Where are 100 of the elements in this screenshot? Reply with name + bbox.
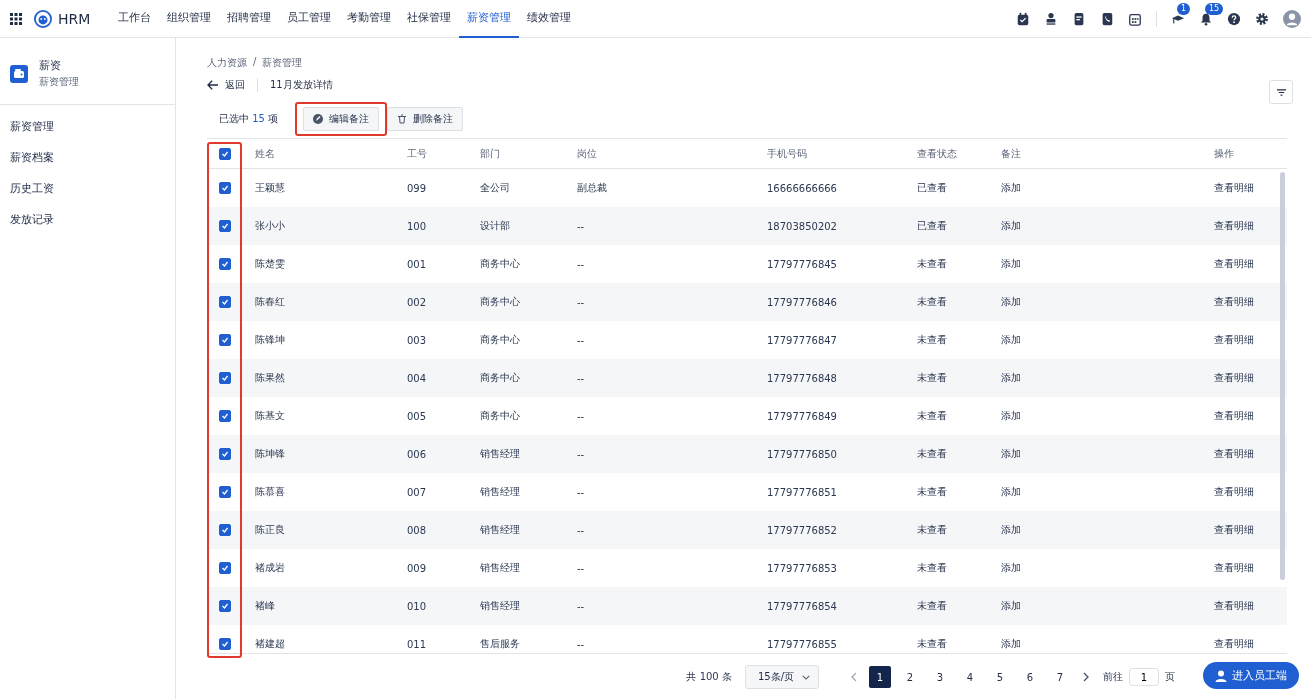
logo-icon xyxy=(34,9,52,28)
view-detail-link[interactable]: 查看明细 xyxy=(1214,638,1254,649)
table-cell: 17797776845 xyxy=(767,258,837,270)
row-checkbox[interactable] xyxy=(218,220,231,232)
bell-icon[interactable] xyxy=(1199,11,1213,26)
table-cell: 全公司 xyxy=(480,182,510,193)
page-button[interactable]: 1 xyxy=(869,666,891,688)
view-detail-link[interactable]: 查看明细 xyxy=(1214,562,1254,573)
add-remark-link[interactable]: 添加 xyxy=(1001,296,1021,307)
goto-page-field[interactable]: 1 xyxy=(1129,668,1159,686)
action-button[interactable]: 编辑备注 xyxy=(303,107,379,131)
help-icon[interactable] xyxy=(1227,11,1241,26)
filter-icon[interactable] xyxy=(1275,87,1287,97)
add-remark-link[interactable]: 添加 xyxy=(1001,524,1021,535)
page-size-select[interactable]: 15条/页 xyxy=(744,665,819,689)
module-subtitle: 薪资管理 xyxy=(39,75,79,89)
phone-book-icon[interactable] xyxy=(1100,11,1114,26)
filter-button[interactable] xyxy=(1269,80,1293,104)
view-detail-link[interactable]: 查看明细 xyxy=(1214,220,1254,231)
settings-icon[interactable] xyxy=(1255,11,1269,26)
nav-tab[interactable]: 招聘管理 xyxy=(219,0,280,38)
view-detail-link[interactable]: 查看明细 xyxy=(1214,334,1254,345)
sidebar-item[interactable]: 薪资管理 xyxy=(0,111,175,142)
add-remark-link[interactable]: 添加 xyxy=(1001,600,1021,611)
page-button[interactable]: 5 xyxy=(989,666,1011,688)
employee-portal-button[interactable]: 进入员工端 xyxy=(1203,662,1299,689)
column-header: 备注 xyxy=(1001,146,1022,161)
document-icon[interactable] xyxy=(1072,11,1086,26)
nav-tab[interactable]: 绩效管理 xyxy=(519,0,580,38)
scrollbar[interactable] xyxy=(1280,172,1285,580)
row-checkbox[interactable] xyxy=(218,258,231,270)
row-checkbox[interactable] xyxy=(218,372,231,384)
page-button[interactable]: 7 xyxy=(1049,666,1071,688)
add-remark-link[interactable]: 添加 xyxy=(1001,638,1021,649)
nav-tab[interactable]: 员工管理 xyxy=(279,0,340,38)
row-checkbox[interactable] xyxy=(218,334,231,346)
view-detail-link[interactable]: 查看明细 xyxy=(1214,410,1254,421)
row-checkbox[interactable] xyxy=(218,486,231,498)
table-cell: 副总裁 xyxy=(577,182,607,193)
view-detail-link[interactable]: 查看明细 xyxy=(1214,486,1254,497)
breadcrumb-separator: / xyxy=(253,56,257,69)
add-remark-link[interactable]: 添加 xyxy=(1001,220,1021,231)
view-detail-link[interactable]: 查看明细 xyxy=(1214,372,1254,383)
row-checkbox[interactable] xyxy=(218,448,231,460)
app-grid-icon[interactable] xyxy=(10,12,22,25)
add-remark-link[interactable]: 添加 xyxy=(1001,448,1021,459)
sidebar-item[interactable]: 历史工资 xyxy=(0,173,175,204)
nav-tab[interactable]: 工作台 xyxy=(110,0,160,38)
nav-tab[interactable]: 组织管理 xyxy=(159,0,220,38)
table-cell: 销售经理 xyxy=(480,448,520,459)
table-cell: -- xyxy=(577,638,585,650)
stamp-icon[interactable] xyxy=(1044,11,1058,26)
calendar-check-icon[interactable] xyxy=(1016,11,1030,26)
sidebar-item[interactable]: 薪资档案 xyxy=(0,142,175,173)
add-remark-link[interactable]: 添加 xyxy=(1001,372,1021,383)
check-icon xyxy=(219,525,230,535)
back-arrow-icon[interactable] xyxy=(207,80,219,90)
view-detail-link[interactable]: 查看明细 xyxy=(1214,524,1254,535)
view-detail-link[interactable]: 查看明细 xyxy=(1214,296,1254,307)
nav-tab[interactable]: 薪资管理 xyxy=(459,0,520,38)
table-cell: 陈正良 xyxy=(255,524,285,535)
view-detail-link[interactable]: 查看明细 xyxy=(1214,600,1254,611)
row-checkbox[interactable] xyxy=(218,410,231,422)
row-checkbox[interactable] xyxy=(218,638,231,650)
select-all-checkbox[interactable] xyxy=(218,147,231,160)
add-remark-link[interactable]: 添加 xyxy=(1001,258,1021,269)
calendar-icon[interactable] xyxy=(1128,11,1142,26)
view-detail-link[interactable]: 查看明细 xyxy=(1214,182,1254,193)
table-cell: 18703850202 xyxy=(767,220,837,232)
back-link[interactable]: 返回 xyxy=(207,78,245,92)
add-remark-link[interactable]: 添加 xyxy=(1001,182,1021,193)
table-cell: 未查看 xyxy=(917,600,947,611)
page-button[interactable]: 6 xyxy=(1019,666,1041,688)
add-remark-link[interactable]: 添加 xyxy=(1001,562,1021,573)
nav-tab[interactable]: 社保管理 xyxy=(399,0,460,38)
table-cell: 006 xyxy=(407,448,427,460)
breadcrumb-link[interactable]: 人力资源 xyxy=(207,56,247,70)
nav-tab[interactable]: 考勤管理 xyxy=(339,0,400,38)
page-button[interactable]: 4 xyxy=(959,666,981,688)
row-checkbox[interactable] xyxy=(218,524,231,536)
next-page-icon[interactable] xyxy=(1083,672,1089,682)
add-remark-link[interactable]: 添加 xyxy=(1001,334,1021,345)
row-checkbox[interactable] xyxy=(218,600,231,612)
page-button[interactable]: 2 xyxy=(899,666,921,688)
view-detail-link[interactable]: 查看明细 xyxy=(1214,258,1254,269)
view-detail-link[interactable]: 查看明细 xyxy=(1214,448,1254,459)
row-checkbox[interactable] xyxy=(218,182,231,194)
table-cell: 商务中心 xyxy=(480,334,520,345)
page-button[interactable]: 3 xyxy=(929,666,951,688)
row-checkbox[interactable] xyxy=(218,562,231,574)
row-checkbox[interactable] xyxy=(218,296,231,308)
breadcrumb-link[interactable]: 薪资管理 xyxy=(262,56,303,70)
avatar-icon[interactable] xyxy=(1283,9,1301,28)
add-remark-link[interactable]: 添加 xyxy=(1001,410,1021,421)
notification-badge: 1 xyxy=(1177,2,1191,15)
add-remark-link[interactable]: 添加 xyxy=(1001,486,1021,497)
action-button[interactable]: 删除备注 xyxy=(387,107,463,131)
table-cell: -- xyxy=(577,258,585,270)
table-cell: 陈坤锋 xyxy=(255,448,285,459)
sidebar-item[interactable]: 发放记录 xyxy=(0,204,175,235)
